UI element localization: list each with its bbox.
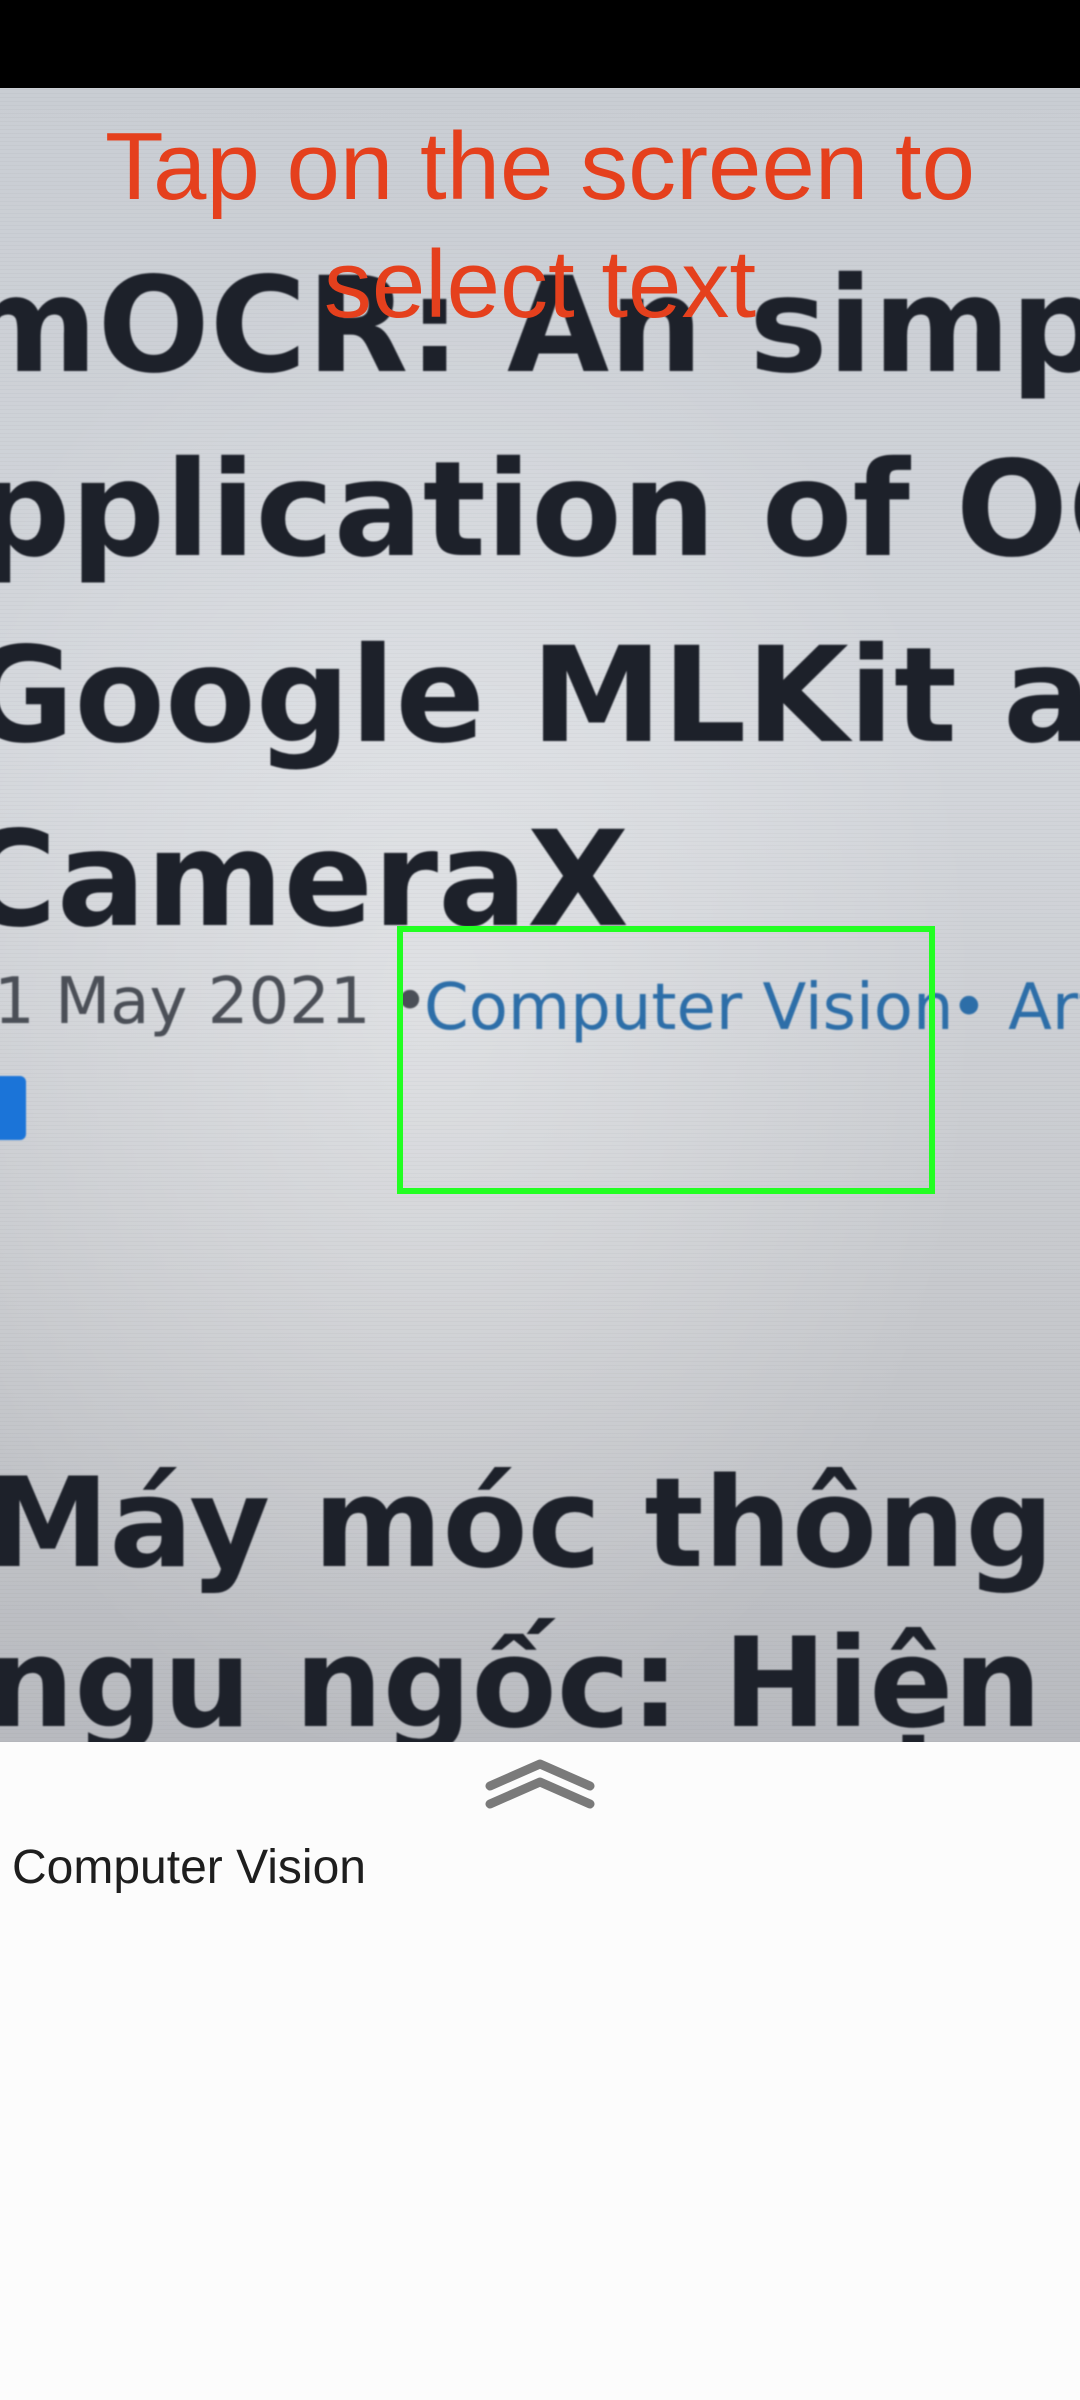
camera-text-line: pplication of OC	[0, 433, 1080, 587]
select-text-hint: Tap on the screen to select text	[105, 113, 975, 338]
text-selection-box[interactable]	[397, 926, 935, 1194]
recognized-text[interactable]: Computer Vision	[12, 1840, 366, 1896]
camera-text-line: ngu ngốc: Hiện trạ	[0, 1612, 1080, 1742]
facebook-icon	[0, 1076, 26, 1140]
camera-meta-date: 1 May 2021 •	[0, 965, 429, 1039]
camera-text-line: Google MLKit and	[0, 619, 1080, 773]
double-chevron-up-icon[interactable]	[480, 1752, 600, 1812]
camera-text-line: Máy móc thông mi	[0, 1452, 1080, 1596]
status-bar	[0, 0, 1080, 88]
camera-meta-more: • Art	[950, 971, 1080, 1045]
